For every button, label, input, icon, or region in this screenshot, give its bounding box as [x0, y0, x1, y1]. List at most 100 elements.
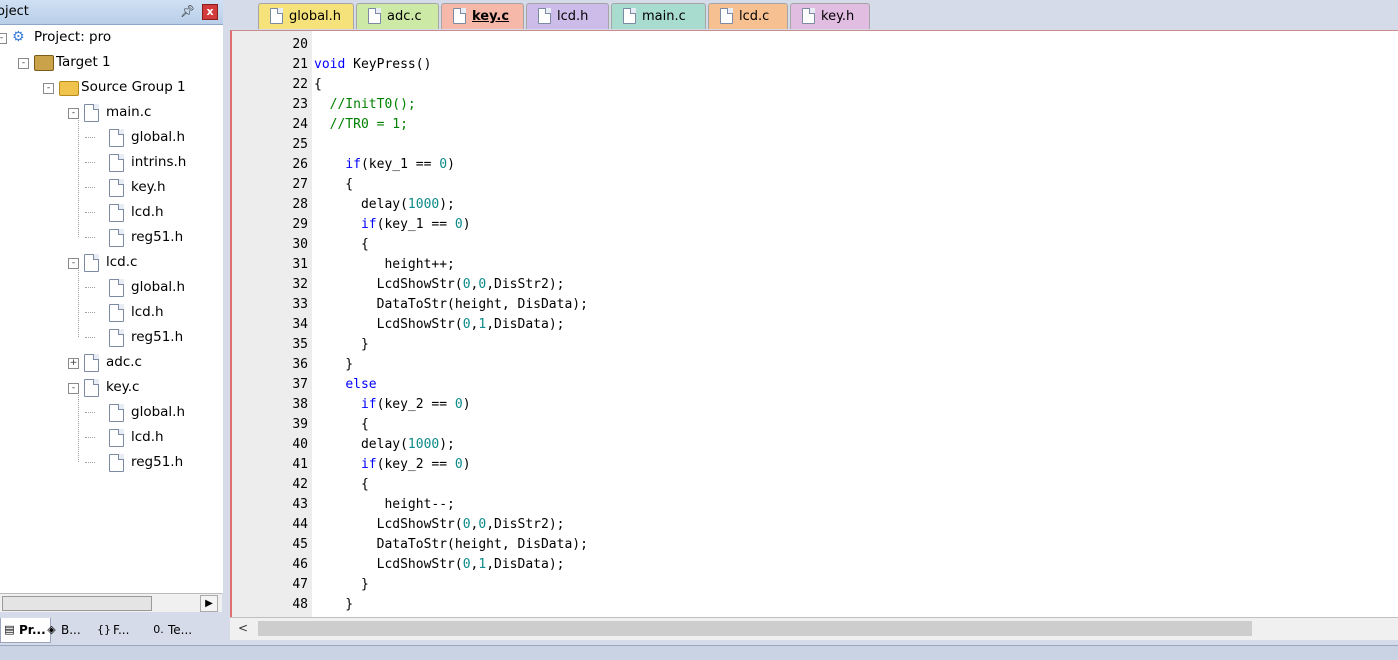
- line-number: 36: [292, 357, 308, 372]
- tree-node-file[interactable]: global.h: [0, 125, 222, 150]
- code-token: LcdShowStr(: [314, 277, 463, 292]
- code-text: {: [314, 235, 369, 255]
- tree-node-file[interactable]: - key.c: [0, 375, 222, 400]
- line-number: 44: [292, 517, 308, 532]
- code-text: }: [314, 595, 353, 615]
- editor-tab-lcd-c[interactable]: lcd.c: [708, 3, 788, 29]
- tree-connector: [85, 237, 95, 238]
- line-number: 33: [292, 297, 308, 312]
- project-panel: oject 📌︎ x - ⚙ Project: pro - Target 1- Sourc…: [0, 0, 224, 659]
- code-token: ): [462, 397, 471, 412]
- tree-node-label: key.c: [106, 379, 140, 395]
- tree-node-file[interactable]: intrins.h: [0, 150, 222, 175]
- tree-node-file[interactable]: reg51.h: [0, 325, 222, 350]
- collapse-icon[interactable]: -: [68, 258, 79, 269]
- tree-node-file[interactable]: - lcd.c: [0, 250, 222, 275]
- tree-node-file[interactable]: key.h: [0, 175, 222, 200]
- tree-node-file[interactable]: + adc.c: [0, 350, 222, 375]
- collapse-icon[interactable]: -: [68, 383, 79, 394]
- editor-tab-global-h[interactable]: global.h: [258, 3, 354, 29]
- line-number: 48: [292, 597, 308, 612]
- file-icon: [623, 8, 636, 24]
- file-icon: [84, 254, 99, 272]
- collapse-icon[interactable]: -: [0, 33, 7, 44]
- editor-tab-key-h[interactable]: key.h: [790, 3, 870, 29]
- code-token: //TR0 = 1;: [314, 117, 408, 132]
- code-token: {: [314, 177, 354, 192]
- tree-node-folder[interactable]: - Source Group 1: [0, 75, 222, 100]
- line-number: 47: [292, 577, 308, 592]
- tree-node-project[interactable]: - ⚙ Project: pro: [0, 25, 222, 50]
- code-token: {: [314, 417, 369, 432]
- target-icon: [34, 55, 54, 71]
- code-text: DataToStr(height, DisData);: [314, 535, 588, 555]
- collapse-icon[interactable]: -: [43, 83, 54, 94]
- scroll-left-arrow-icon[interactable]: <: [238, 621, 248, 635]
- tree-node-file[interactable]: reg51.h: [0, 450, 222, 475]
- line-number: 42: [292, 477, 308, 492]
- file-icon: [109, 229, 124, 247]
- code-text: delay(1000);: [314, 435, 455, 455]
- code-token: LcdShowStr(: [314, 517, 463, 532]
- line-number: 32: [292, 277, 308, 292]
- tree-node-file[interactable]: global.h: [0, 400, 222, 425]
- code-token: else: [345, 377, 377, 392]
- tree-node-file[interactable]: lcd.h: [0, 200, 222, 225]
- project-tree: - ⚙ Project: pro - Target 1- Source Group 1-m…: [0, 25, 224, 593]
- code-token: }: [314, 597, 354, 612]
- folder-icon: [59, 81, 79, 96]
- editor-scrollbar-thumb[interactable]: [258, 621, 1252, 636]
- line-number: 46: [292, 557, 308, 572]
- panel-tab-b[interactable]: ◈ B...: [43, 618, 85, 642]
- code-token: if: [345, 157, 361, 172]
- editor-horizontal-scrollbar[interactable]: <: [230, 617, 1398, 640]
- tree-node-file[interactable]: reg51.h: [0, 225, 222, 250]
- line-number: 35: [292, 337, 308, 352]
- tree-node-file[interactable]: lcd.h: [0, 425, 222, 450]
- close-panel-button[interactable]: x: [202, 4, 218, 20]
- line-number: 37: [292, 377, 308, 392]
- tree-node-label: global.h: [131, 129, 186, 145]
- tree-connector: [85, 287, 95, 288]
- pin-icon[interactable]: 📌︎: [180, 4, 195, 18]
- scrollbar-thumb[interactable]: [2, 596, 152, 611]
- code-token: delay(: [314, 197, 408, 212]
- tree-node-file[interactable]: lcd.h: [0, 300, 222, 325]
- panel-tab-te[interactable]: 0. Te...: [150, 618, 196, 642]
- tree-connector: [85, 162, 95, 163]
- line-number: 31: [292, 257, 308, 272]
- line-number: 40: [292, 437, 308, 452]
- file-icon: [109, 329, 124, 347]
- editor-tab-lcd-h[interactable]: lcd.h: [526, 3, 609, 29]
- code-token: height--;: [314, 497, 455, 512]
- tree-node-file[interactable]: global.h: [0, 275, 222, 300]
- tree-node-target[interactable]: - Target 1: [0, 50, 222, 75]
- code-token: {: [314, 77, 322, 92]
- file-icon: [109, 304, 124, 322]
- code-editor[interactable]: 20 21 void KeyPress() 22 {23 //InitT0(); 24 /…: [230, 30, 1398, 618]
- panel-tab-f[interactable]: {} F...: [95, 618, 133, 642]
- panel-tab-label: Te...: [168, 623, 193, 637]
- code-token: LcdShowStr(: [314, 557, 463, 572]
- file-icon: [538, 8, 551, 24]
- code-token: if: [360, 397, 377, 412]
- scroll-right-arrow-icon[interactable]: ▶: [200, 595, 218, 612]
- tree-node-label: global.h: [131, 404, 186, 420]
- expand-icon[interactable]: +: [68, 358, 79, 369]
- panel-tab-label: B...: [61, 623, 81, 637]
- code-token: }: [314, 577, 369, 592]
- editor-tab-adc-c[interactable]: adc.c: [356, 3, 439, 29]
- editor-tab-main-c[interactable]: main.c: [611, 3, 706, 29]
- tree-node-file[interactable]: - main.c: [0, 100, 222, 125]
- file-icon: [84, 104, 99, 122]
- collapse-icon[interactable]: -: [68, 108, 79, 119]
- editor-tab-bar: global.h adc.c key.c lcd.h main.c lcd.c key.h: [223, 0, 1398, 30]
- code-token: }: [314, 337, 369, 352]
- tree-node-label: lcd.h: [131, 304, 164, 320]
- collapse-icon[interactable]: -: [18, 58, 29, 69]
- project-tree-scrollbar[interactable]: ▶: [0, 593, 222, 612]
- editor-tab-key-c[interactable]: key.c: [441, 3, 524, 29]
